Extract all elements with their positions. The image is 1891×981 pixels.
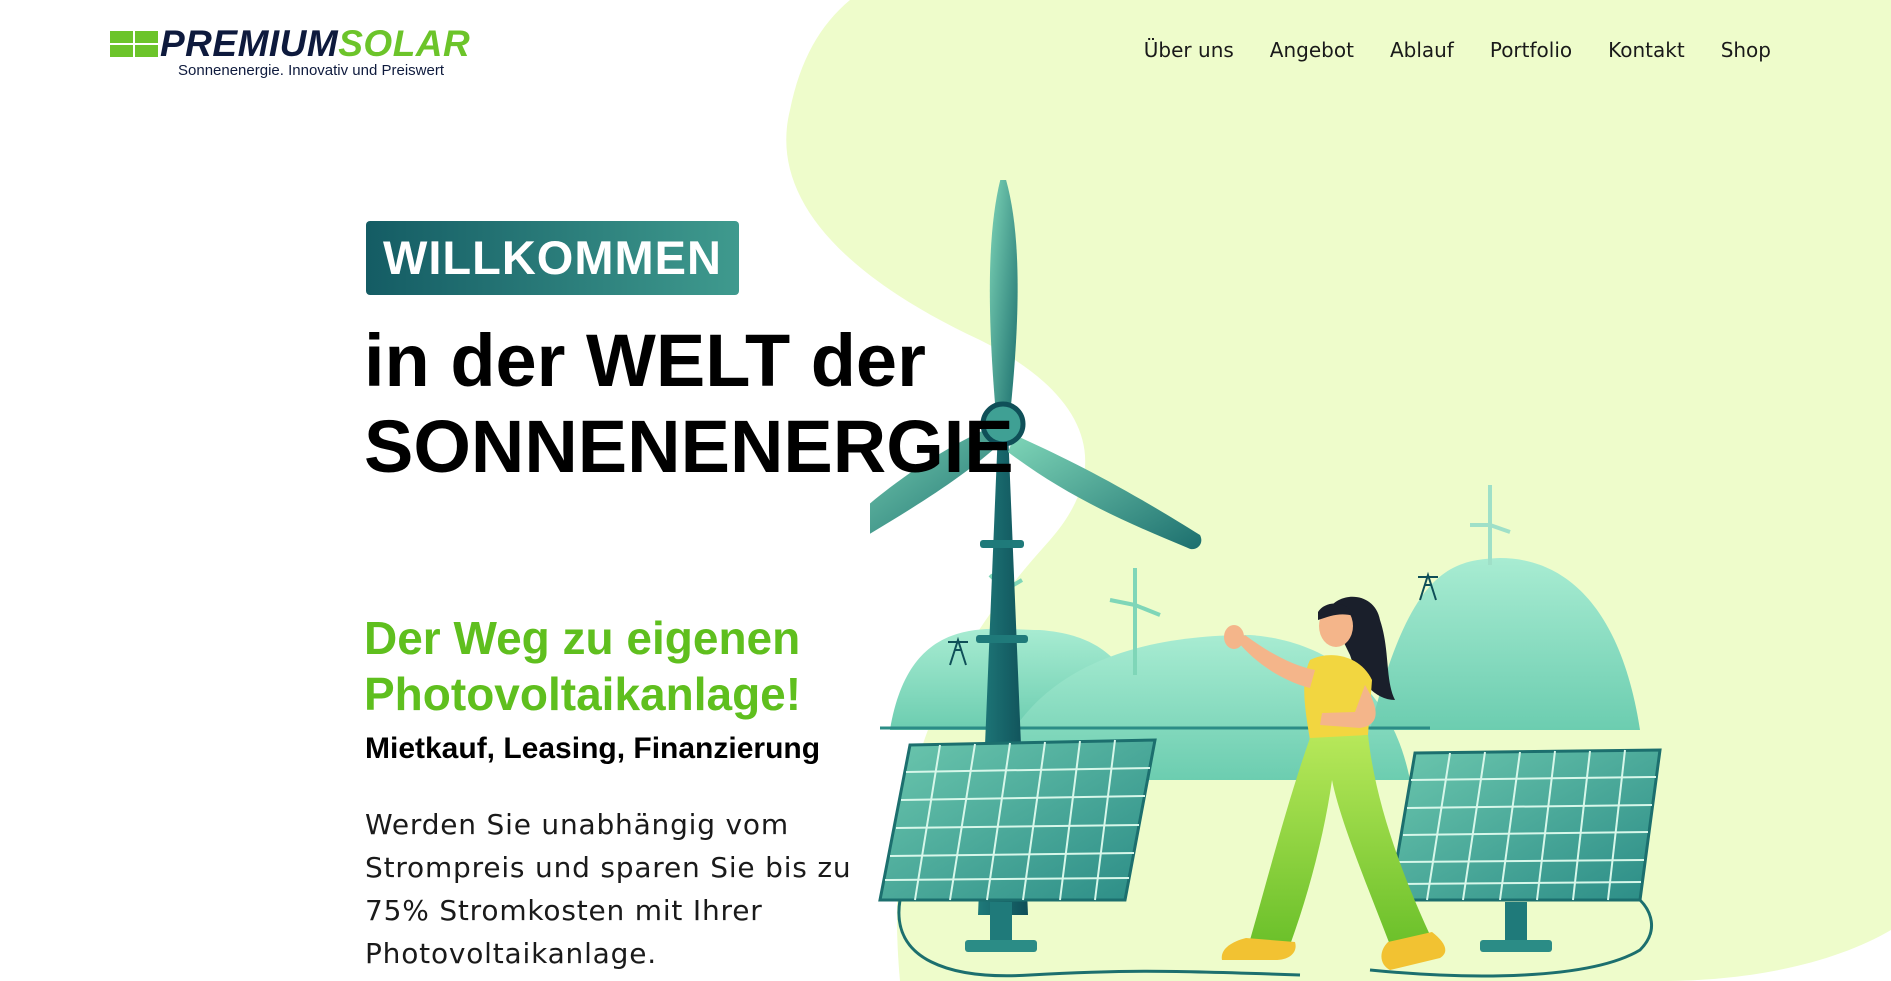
page: PREMIUMSOLAR Sonnenenergie. Innovativ un… xyxy=(0,0,1891,981)
hero-title-line2: SONNENENERGIE xyxy=(364,405,1014,488)
nav-link-ablauf[interactable]: Ablauf xyxy=(1390,38,1454,62)
solar-panel-logo-icon xyxy=(110,31,158,57)
hero-description: Werden Sie unabhängig vom Strompreis und… xyxy=(365,808,852,970)
solar-panel-right xyxy=(1388,748,1662,952)
wind-turbine-solar-illustration xyxy=(870,180,1662,978)
brand-logo[interactable]: PREMIUMSOLAR Sonnenenergie. Innovativ un… xyxy=(110,23,505,82)
nav-link-angebot[interactable]: Angebot xyxy=(1270,38,1354,62)
brand-wordmark: PREMIUMSOLAR xyxy=(160,23,470,65)
solar-panel-left xyxy=(878,738,1157,952)
brand-tagline: Sonnenenergie. Innovativ und Preiswert xyxy=(178,62,445,79)
hero-title-line1: in der WELT der xyxy=(364,319,926,402)
welcome-badge: WILLKOMMEN xyxy=(366,221,739,295)
hero-title: in der WELT der SONNENENERGIE xyxy=(364,318,1014,490)
small-turbine-3 xyxy=(1470,485,1511,565)
brand-wordmark-part1: PREMIUM xyxy=(160,23,339,64)
hero-subheadline-line2: Photovoltaikanlage! xyxy=(364,668,802,720)
brand-wordmark-part2: SOLAR xyxy=(338,23,471,64)
main-nav: Über uns Angebot Ablauf Portfolio Kontak… xyxy=(1100,38,1771,62)
hill-right xyxy=(1370,558,1640,730)
financing-options: Mietkauf, Leasing, Finanzierung xyxy=(365,732,821,765)
nav-link-shop[interactable]: Shop xyxy=(1721,38,1771,62)
hero-subheadline: Der Weg zu eigenen Photovoltaikanlage! xyxy=(364,610,801,722)
turbine-blade-right xyxy=(1008,435,1202,550)
nav-link-portfolio[interactable]: Portfolio xyxy=(1490,38,1572,62)
hero-subheadline-line1: Der Weg zu eigenen xyxy=(364,612,801,664)
nav-link-kontakt[interactable]: Kontakt xyxy=(1608,38,1685,62)
nav-link-ueber-uns[interactable]: Über uns xyxy=(1144,38,1234,62)
